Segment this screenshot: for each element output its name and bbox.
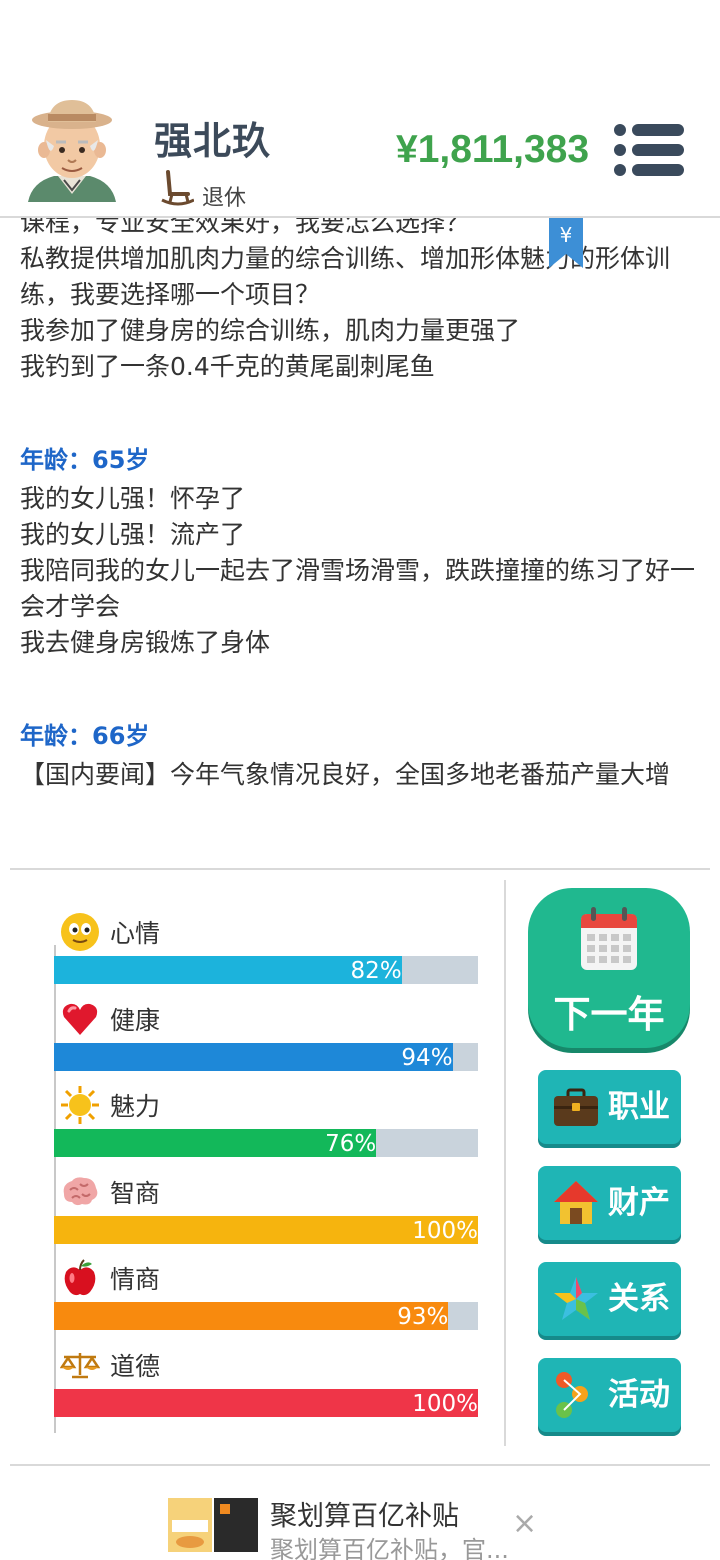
ad-title: 聚划算百亿补贴 bbox=[270, 1501, 459, 1532]
stat-label: 智商 bbox=[110, 1178, 161, 1208]
yen-bookmark-icon[interactable]: ¥ bbox=[547, 218, 585, 270]
log-line: 我参加了健身房的综合训练，肌肉力量更强了 bbox=[20, 316, 521, 345]
next-year-button[interactable]: 下一年 bbox=[528, 888, 690, 1048]
stat-bar-fill: 100% bbox=[54, 1388, 478, 1417]
stat-bar-track: 82% bbox=[54, 956, 478, 984]
ad-subtitle: 聚划算百亿补贴，官... bbox=[270, 1536, 509, 1560]
relations-label: 关系 bbox=[608, 1281, 670, 1317]
briefcase-icon bbox=[554, 1088, 598, 1126]
stat-percent: 82% bbox=[350, 958, 402, 984]
career-label: 职业 bbox=[608, 1089, 670, 1125]
next-year-label: 下一年 bbox=[553, 993, 665, 1036]
stat-charm: 魅力 76% bbox=[54, 1085, 478, 1172]
log-line: 私教提供增加肌肉力量的综合训练、增加形体魅力的形体训练，我要选择哪一个项目？ bbox=[20, 244, 671, 309]
assets-label: 财产 bbox=[608, 1185, 670, 1221]
stat-bar-fill: 93% bbox=[54, 1302, 449, 1330]
star-icon bbox=[554, 1277, 598, 1320]
stat-label: 健康 bbox=[110, 1005, 161, 1035]
stat-mood: 心情 82% bbox=[54, 912, 478, 999]
vertical-separator bbox=[504, 880, 506, 1446]
profile-header: 强北玖 退休 ¥1,811,383 bbox=[0, 80, 720, 218]
log-line: 【国内要闻】今年气象情况良好，全国多地老番茄产量大增 bbox=[20, 760, 671, 789]
activity-dots-icon bbox=[556, 1372, 588, 1418]
stat-eq: 情商 93% bbox=[54, 1258, 478, 1345]
stat-percent: 76% bbox=[325, 1131, 377, 1157]
character-name: 强北玖 bbox=[154, 119, 272, 163]
close-icon[interactable]: × bbox=[512, 1506, 537, 1541]
stat-bar-fill: 76% bbox=[54, 1129, 377, 1157]
stat-bar-fill: 82% bbox=[54, 956, 402, 984]
stat-bar-track: 94% bbox=[54, 1042, 478, 1071]
log-line: 我的女儿强！怀孕了 bbox=[20, 484, 246, 513]
career-button[interactable]: 职业 bbox=[538, 1070, 681, 1144]
stat-label: 魅力 bbox=[110, 1092, 161, 1121]
divider bbox=[10, 868, 710, 870]
stat-iq: 智商 100% bbox=[54, 1172, 478, 1259]
stat-percent: 94% bbox=[401, 1044, 453, 1071]
age-heading: 年龄：66岁 bbox=[20, 722, 150, 750]
stat-bar-track: 100% bbox=[54, 1388, 478, 1417]
stat-bar-track: 76% bbox=[54, 1129, 478, 1157]
rocking-chair-icon bbox=[161, 170, 194, 206]
event-log[interactable]: 课程，专业安全效果好，我要怎么选择？ 私教提供增加肌肉力量的综合训练、增加形体魅… bbox=[0, 190, 720, 866]
ad-banner[interactable]: 聚划算百亿补贴 聚划算百亿补贴，官... × bbox=[0, 1466, 720, 1560]
stat-percent: 100% bbox=[412, 1217, 478, 1244]
log-line: 我钓到了一条0.4千克的黄尾副刺尾鱼 bbox=[20, 352, 435, 381]
ad-thumbnail-icon bbox=[168, 1498, 258, 1552]
log-line: 我陪同我的女儿一起去了滑雪场滑雪，跌跌撞撞的练习了好一会才学会 bbox=[20, 556, 696, 621]
log-line: 我的女儿强！流产了 bbox=[20, 520, 246, 549]
stat-bar-track: 93% bbox=[54, 1302, 478, 1330]
activities-label: 活动 bbox=[608, 1377, 670, 1413]
assets-button[interactable]: 财产 bbox=[538, 1166, 681, 1240]
old-man-avatar[interactable] bbox=[24, 94, 120, 206]
job-status: 退休 bbox=[202, 186, 247, 211]
stat-percent: 93% bbox=[397, 1304, 449, 1330]
stat-label: 心情 bbox=[110, 919, 161, 948]
stat-bar-track: 100% bbox=[54, 1215, 478, 1244]
house-icon bbox=[554, 1181, 598, 1224]
stat-bar-fill: 100% bbox=[54, 1215, 478, 1244]
apple-icon bbox=[64, 1259, 96, 1296]
smiley-icon bbox=[61, 913, 99, 951]
stat-health: 健康 94% bbox=[54, 999, 478, 1086]
svg-text:¥: ¥ bbox=[560, 223, 573, 247]
stat-bar-fill: 94% bbox=[54, 1042, 453, 1071]
scales-icon bbox=[60, 1352, 100, 1378]
sun-icon bbox=[61, 1086, 99, 1124]
activities-button[interactable]: 活动 bbox=[538, 1358, 681, 1432]
stat-label: 道德 bbox=[110, 1351, 161, 1381]
stat-morality: 道德 100% bbox=[54, 1345, 478, 1432]
attribute-stats: 心情 82% 健康 94% 魅力 76% 智商 100% 情商 93% 道德 1… bbox=[54, 912, 478, 1431]
brain-icon bbox=[63, 1176, 98, 1205]
heart-icon bbox=[62, 1003, 98, 1035]
stat-percent: 100% bbox=[412, 1390, 478, 1417]
money-balance: ¥1,811,383 bbox=[396, 128, 590, 171]
calendar-icon bbox=[581, 907, 637, 970]
menu-icon[interactable] bbox=[612, 122, 686, 178]
log-line: 我去健身房锻炼了身体 bbox=[20, 628, 271, 657]
relations-button[interactable]: 关系 bbox=[538, 1262, 681, 1336]
age-heading: 年龄：65岁 bbox=[20, 446, 150, 474]
stat-label: 情商 bbox=[110, 1265, 161, 1294]
